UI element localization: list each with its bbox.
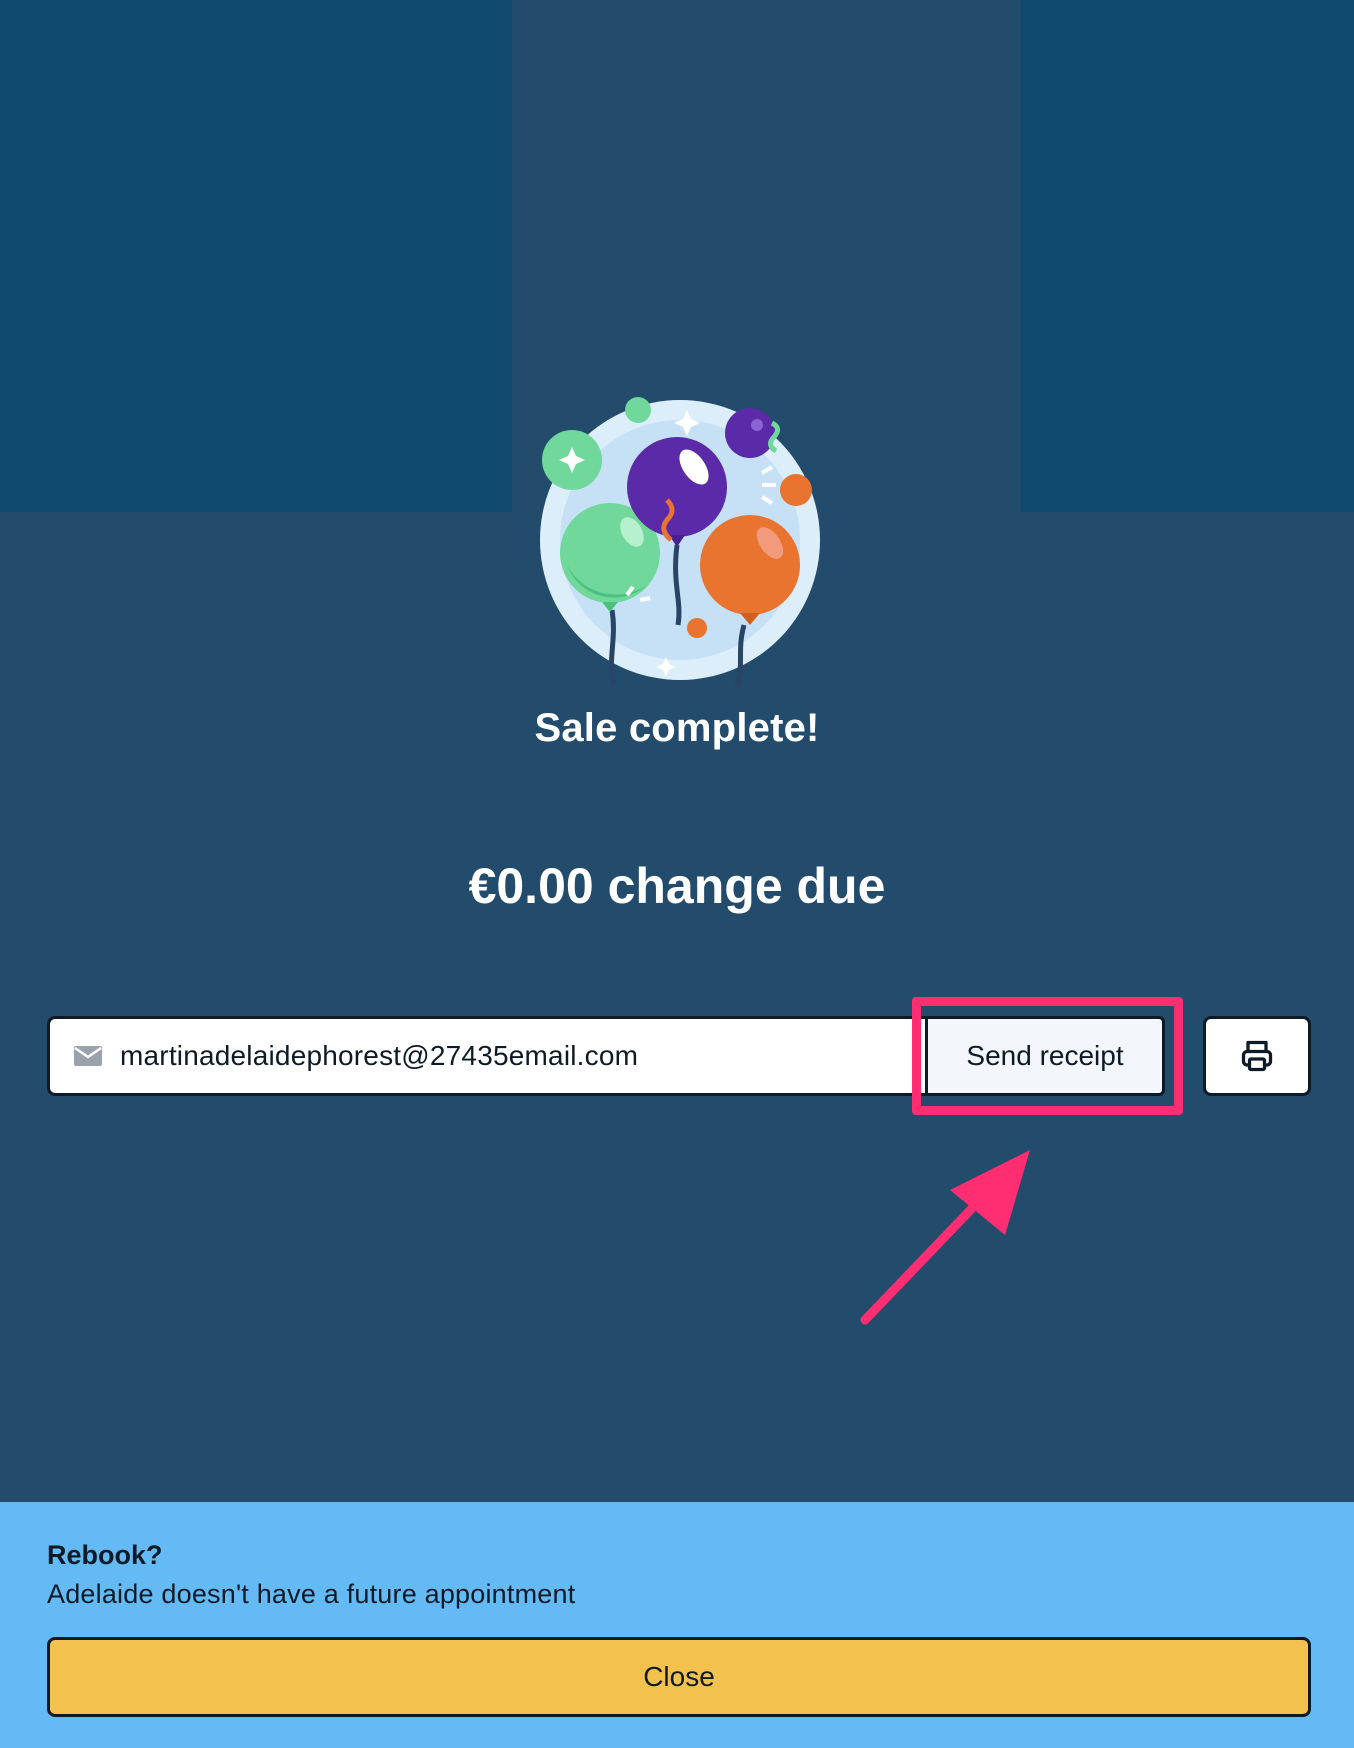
- balloons-icon: [540, 397, 820, 688]
- mail-icon: [74, 1046, 102, 1066]
- close-label: Close: [643, 1661, 715, 1692]
- change-due-amount: €0.00 change due: [468, 858, 886, 914]
- rebook-panel: Rebook? Adelaide doesn't have a future a…: [0, 1502, 1354, 1748]
- close-button[interactable]: Close: [47, 1637, 1311, 1717]
- email-field[interactable]: [47, 1016, 927, 1096]
- background-block-right: [1021, 0, 1354, 512]
- send-receipt-button[interactable]: Send receipt: [925, 1016, 1165, 1096]
- rebook-message: Adelaide doesn't have a future appointme…: [47, 1579, 576, 1609]
- print-button[interactable]: [1203, 1016, 1311, 1096]
- send-receipt-label: Send receipt: [966, 1040, 1124, 1071]
- printer-icon: [1241, 1040, 1273, 1072]
- background-block-left: [0, 0, 512, 512]
- email-input[interactable]: [120, 1040, 927, 1072]
- sale-complete-title: Sale complete!: [534, 706, 820, 750]
- rebook-title: Rebook?: [47, 1540, 163, 1570]
- pointer-arrow-icon: [860, 1150, 1030, 1325]
